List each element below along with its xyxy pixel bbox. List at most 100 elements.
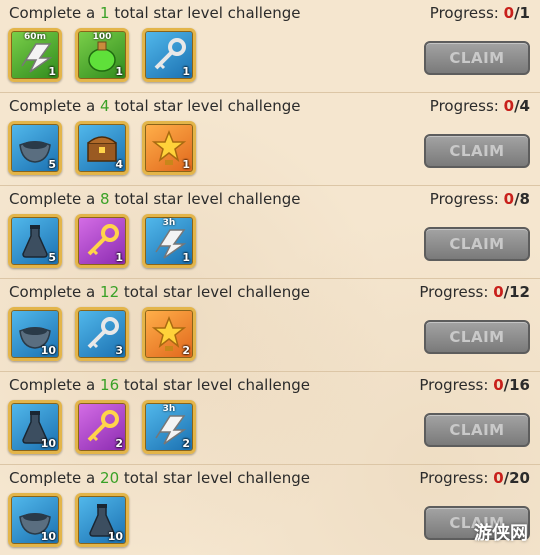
challenge-target: 4 xyxy=(100,97,110,115)
reward-item[interactable]: 100 1 xyxy=(75,28,129,82)
challenge-row: Complete a 16 total star level challenge… xyxy=(0,372,540,465)
progress-total: /20 xyxy=(503,469,530,487)
challenge-target: 8 xyxy=(100,190,110,208)
reward-quantity: 1 xyxy=(182,65,190,78)
challenge-title: Complete a 4 total star level challenge xyxy=(9,97,300,115)
reward-item[interactable]: 1 xyxy=(142,28,196,82)
reward-item[interactable]: 3 xyxy=(75,307,129,361)
reward-quantity: 1 xyxy=(182,158,190,171)
title-suffix: total star level challenge xyxy=(123,283,310,301)
reward-item[interactable]: 4 xyxy=(75,121,129,175)
watermark: 游侠网 xyxy=(474,523,528,544)
reward-quantity: 5 xyxy=(48,158,56,171)
challenge-progress: Progress: 0/1 xyxy=(430,4,530,22)
reward-item[interactable]: 5 xyxy=(8,121,62,175)
challenge-target: 16 xyxy=(100,376,120,394)
reward-duration-tag: 100 xyxy=(92,32,112,42)
reward-item[interactable]: 10 xyxy=(75,493,129,547)
reward-quantity: 5 xyxy=(48,251,56,264)
reward-list: 60m 1 100 1 1 xyxy=(8,28,196,82)
title-prefix: Complete a xyxy=(9,376,96,394)
challenge-title: Complete a 16 total star level challenge xyxy=(9,376,310,394)
reward-list: 10 2 3h 2 xyxy=(8,400,196,454)
title-prefix: Complete a xyxy=(9,469,96,487)
challenge-row: Complete a 20 total star level challenge… xyxy=(0,465,540,555)
claim-button[interactable]: CLAIM xyxy=(424,227,530,261)
reward-item[interactable]: 1 xyxy=(75,214,129,268)
reward-quantity: 10 xyxy=(40,530,56,543)
reward-quantity: 10 xyxy=(107,530,123,543)
progress-current: 0 xyxy=(503,97,515,115)
progress-total: /1 xyxy=(514,4,530,22)
challenge-row: Complete a 4 total star level challenge P… xyxy=(0,93,540,186)
reward-list: 10 10 xyxy=(8,493,129,547)
reward-item[interactable]: 3h 1 xyxy=(142,214,196,268)
reward-item[interactable]: 3h 2 xyxy=(142,400,196,454)
challenge-progress: Progress: 0/4 xyxy=(430,97,530,115)
reward-item[interactable]: 10 xyxy=(8,400,62,454)
challenge-title: Complete a 1 total star level challenge xyxy=(9,4,300,22)
reward-duration-tag: 60m xyxy=(24,32,46,42)
progress-total: /16 xyxy=(503,376,530,394)
reward-item[interactable]: 10 xyxy=(8,493,62,547)
progress-label: Progress: xyxy=(429,97,499,115)
reward-quantity: 3 xyxy=(115,344,123,357)
title-suffix: total star level challenge xyxy=(123,376,310,394)
challenge-progress: Progress: 0/8 xyxy=(430,190,530,208)
challenge-progress: Progress: 0/12 xyxy=(419,283,530,301)
reward-quantity: 2 xyxy=(182,344,190,357)
reward-item[interactable]: 2 xyxy=(75,400,129,454)
challenge-row: Complete a 1 total star level challenge P… xyxy=(0,0,540,93)
claim-button[interactable]: CLAIM xyxy=(424,134,530,168)
title-suffix: total star level challenge xyxy=(123,469,310,487)
title-prefix: Complete a xyxy=(9,190,96,208)
progress-label: Progress: xyxy=(419,376,489,394)
progress-current: 0 xyxy=(503,4,515,22)
reward-item[interactable]: 60m 1 xyxy=(8,28,62,82)
reward-quantity: 2 xyxy=(115,437,123,450)
challenge-target: 20 xyxy=(100,469,120,487)
progress-label: Progress: xyxy=(429,4,499,22)
challenge-target: 12 xyxy=(100,283,120,301)
reward-item[interactable]: 2 xyxy=(142,307,196,361)
reward-duration-tag: 3h xyxy=(162,218,176,228)
reward-quantity: 1 xyxy=(115,65,123,78)
challenge-title: Complete a 20 total star level challenge xyxy=(9,469,310,487)
reward-item[interactable]: 1 xyxy=(142,121,196,175)
progress-label: Progress: xyxy=(419,469,489,487)
claim-button[interactable]: CLAIM xyxy=(424,320,530,354)
challenge-target: 1 xyxy=(100,4,110,22)
challenge-progress: Progress: 0/20 xyxy=(419,469,530,487)
progress-label: Progress: xyxy=(429,190,499,208)
progress-total: /12 xyxy=(503,283,530,301)
reward-item[interactable]: 5 xyxy=(8,214,62,268)
progress-total: /4 xyxy=(514,97,530,115)
challenge-row: Complete a 12 total star level challenge… xyxy=(0,279,540,372)
reward-quantity: 10 xyxy=(40,344,56,357)
reward-list: 5 1 3h 1 xyxy=(8,214,196,268)
challenge-title: Complete a 8 total star level challenge xyxy=(9,190,300,208)
reward-quantity: 1 xyxy=(48,65,56,78)
reward-quantity: 4 xyxy=(115,158,123,171)
title-suffix: total star level challenge xyxy=(114,97,301,115)
progress-current: 0 xyxy=(493,376,504,394)
reward-list: 5 4 1 xyxy=(8,121,196,175)
title-suffix: total star level challenge xyxy=(114,190,301,208)
title-prefix: Complete a xyxy=(9,283,96,301)
challenge-title: Complete a 12 total star level challenge xyxy=(9,283,310,301)
challenge-row: Complete a 8 total star level challenge P… xyxy=(0,186,540,279)
reward-quantity: 2 xyxy=(182,437,190,450)
progress-total: /8 xyxy=(514,190,530,208)
challenge-progress: Progress: 0/16 xyxy=(419,376,530,394)
reward-quantity: 1 xyxy=(115,251,123,264)
progress-current: 0 xyxy=(493,283,504,301)
claim-button[interactable]: CLAIM xyxy=(424,413,530,447)
claim-button[interactable]: CLAIM xyxy=(424,41,530,75)
reward-quantity: 10 xyxy=(40,437,56,450)
reward-item[interactable]: 10 xyxy=(8,307,62,361)
progress-current: 0 xyxy=(503,190,515,208)
title-suffix: total star level challenge xyxy=(114,4,301,22)
reward-quantity: 1 xyxy=(182,251,190,264)
reward-list: 10 3 2 xyxy=(8,307,196,361)
reward-duration-tag: 3h xyxy=(162,404,176,414)
